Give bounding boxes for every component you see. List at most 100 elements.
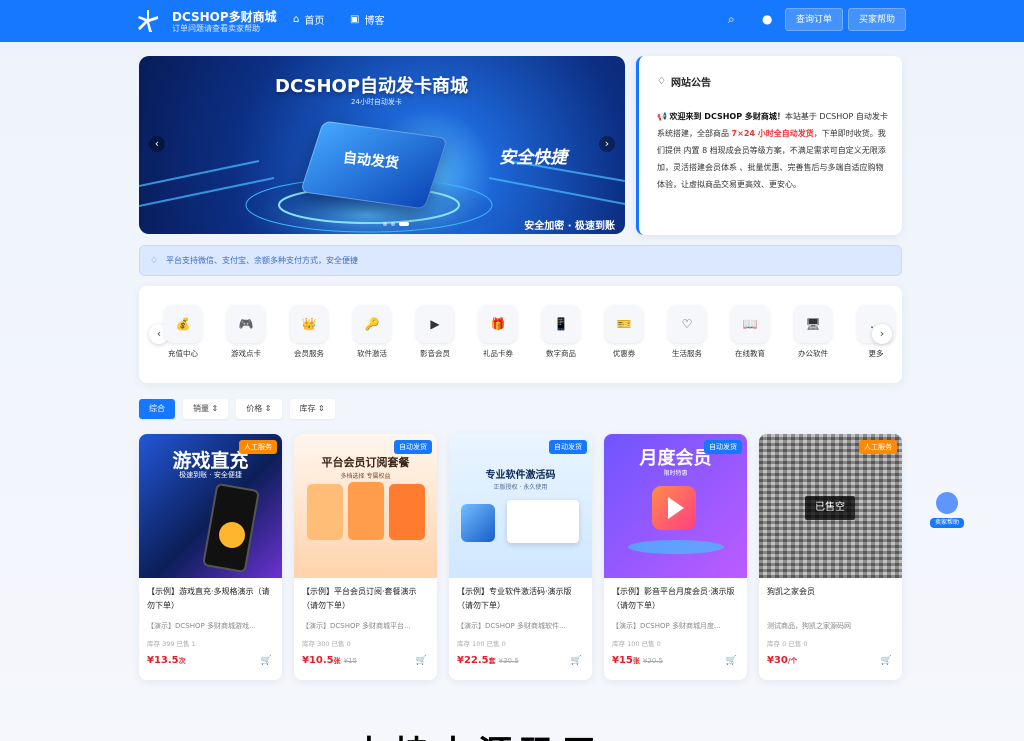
category-label: 数字商品: [546, 349, 576, 358]
category-item-digital[interactable]: 📱 数字商品: [542, 305, 580, 359]
category-item-software[interactable]: 🔑 软件激活: [353, 305, 391, 359]
notice-text: 📢 欢迎来到 DCSHOP 多财商城！本站基于 DCSHOP 自动发卡系统搭建，…: [657, 108, 889, 193]
sort-toolbar: 综合 销量 ⇕ 价格 ⇕ 库存 ⇕: [139, 399, 335, 419]
product-card[interactable]: 专业软件激活码 正版授权 · 永久使用 自动发货 【示例】专业软件激活码·演示版…: [449, 434, 592, 680]
cart-icon[interactable]: 🛒: [571, 656, 582, 666]
logo-icon[interactable]: [136, 8, 160, 34]
product-stock: 库存 300 已售 0: [302, 640, 351, 648]
cart-icon[interactable]: 🛒: [881, 656, 892, 666]
original-price: ¥20.5: [642, 657, 663, 665]
banner-dot-active[interactable]: [399, 222, 409, 226]
nav-blog[interactable]: ▣ 博客: [350, 12, 384, 27]
category-next-button[interactable]: ›: [872, 324, 892, 344]
notice-title: ♢ 网站公告: [657, 74, 711, 89]
nav-blog-label: 博客: [364, 16, 385, 27]
nav-home[interactable]: ⌂ 首页: [293, 12, 324, 27]
banner-title: DCSHOP自动发卡商城: [275, 76, 469, 97]
product-tag: 人工服务: [239, 440, 277, 454]
search-icon[interactable]: ⌕: [728, 12, 735, 27]
floating-help-button[interactable]: 卖家帮助: [930, 492, 964, 532]
buyer-help-button[interactable]: 买家帮助: [848, 8, 907, 31]
ticket-icon: 🎫: [605, 305, 643, 343]
product-image-qr[interactable]: 已售空 人工服务: [759, 434, 902, 578]
product-price: ¥10.5张 ¥15: [302, 655, 357, 666]
price-unit: /个: [787, 657, 798, 665]
sort-comprehensive-button[interactable]: 综合: [139, 399, 175, 419]
product-card[interactable]: 月度会员 限时特惠 自动发货 【示例】影音平台月度会员·演示版（请勿下单） 【演…: [604, 434, 747, 680]
category-item-gift-cards[interactable]: 🎁 礼品卡券: [479, 305, 517, 359]
product-price: ¥22.5套 ¥30.5: [457, 655, 519, 666]
product-tag: 人工服务: [859, 440, 897, 454]
product-description: 【演示】DCSHOP 多财商城平台...: [302, 622, 411, 630]
product-image-game[interactable]: 游戏直充 极速到账 · 安全便捷 人工服务: [139, 434, 282, 578]
sort-sales-button[interactable]: 销量 ⇕: [183, 399, 229, 419]
category-item-office[interactable]: 🖥 办公软件: [794, 305, 832, 359]
product-card[interactable]: 已售空 人工服务 狗凯之家会员 测试商品，狗凯之家源码网 库存 0 已售 0 ¥…: [759, 434, 902, 680]
category-item-life-services[interactable]: ♡ 生活服务: [668, 305, 706, 359]
category-carousel: ‹ 💰 充值中心 🎮 游戏点卡 👑 会员服务 🔑 软件激活 ▶ 影音会员 🎁 礼品卡券 📱 数…: [139, 286, 902, 383]
banner-note: 安全加密 · 极速到账: [524, 221, 615, 232]
cart-icon[interactable]: 🛒: [416, 656, 427, 666]
product-image-subtitle: 限时特惠: [663, 470, 688, 477]
bell-icon: ♢: [150, 256, 159, 266]
banner-pagination: [383, 222, 409, 226]
product-name[interactable]: 【示例】专业软件激活码·演示版（请勿下单）: [457, 585, 585, 613]
category-item-game-cards[interactable]: 🎮 游戏点卡: [227, 305, 265, 359]
product-image-membership[interactable]: 平台会员订阅套餐 多档选择 专属权益 自动发货: [294, 434, 437, 578]
category-item-video[interactable]: ▶ 影音会员: [416, 305, 454, 359]
banner-dot[interactable]: [383, 222, 387, 226]
category-item-recharge[interactable]: 💰 充值中心: [164, 305, 202, 359]
category-label: 礼品卡券: [483, 349, 513, 358]
price-value: ¥13.5: [147, 655, 179, 666]
notice-title-text: 网站公告: [670, 78, 711, 89]
original-price: ¥30.5: [498, 657, 519, 665]
membership-card-graphic: [307, 484, 343, 540]
banner-next-button[interactable]: ›: [599, 136, 615, 152]
product-name[interactable]: 【示例】影音平台月度会员·演示版（请勿下单）: [612, 585, 740, 613]
product-stock: 库存 399 已售 1: [147, 640, 196, 648]
sort-stock-button[interactable]: 库存 ⇕: [289, 399, 335, 419]
product-image-title: 平台会员订阅套餐: [321, 456, 410, 469]
category-item-education[interactable]: 📖 在线教育: [731, 305, 769, 359]
price-value: ¥22.5: [457, 655, 489, 666]
monitor-icon: 🖥: [794, 305, 832, 343]
product-name[interactable]: 【示例】平台会员订阅·套餐演示（请勿下单）: [302, 585, 430, 613]
hero-banner[interactable]: DCSHOP自动发卡商城 24小时自动发卡 自动发货 安全快捷 安全加密 · 极…: [139, 56, 625, 234]
price-value: ¥30: [767, 655, 788, 666]
user-icon[interactable]: ●: [762, 12, 772, 26]
megaphone-icon: 📢: [657, 112, 670, 121]
price-unit: 张: [632, 657, 640, 665]
help-label: 卖家帮助: [930, 518, 964, 528]
product-price: ¥30/个: [767, 655, 797, 666]
payment-notice-text: 平台支持微信、支付宝、余额多种支付方式，安全便捷: [166, 256, 358, 265]
product-image-title: 专业软件激活码: [485, 470, 556, 481]
product-description: 测试商品，狗凯之家源码网: [767, 622, 851, 630]
category-label: 充值中心: [168, 349, 198, 358]
product-image-subtitle: 极速到账 · 安全便捷: [179, 471, 242, 479]
product-name[interactable]: 狗凯之家会员: [767, 585, 895, 599]
product-card[interactable]: 平台会员订阅套餐 多档选择 专属权益 自动发货 【示例】平台会员订阅·套餐演示（…: [294, 434, 437, 680]
category-item-membership[interactable]: 👑 会员服务: [290, 305, 328, 359]
cart-icon[interactable]: 🛒: [726, 656, 737, 666]
banner-dot[interactable]: [391, 222, 395, 226]
order-query-button[interactable]: 查询订单: [785, 8, 844, 31]
product-stock: 库存 100 已售 0: [612, 640, 661, 648]
product-image-subtitle: 正版授权 · 永久使用: [493, 484, 548, 491]
product-grid: 游戏直充 极速到账 · 安全便捷 人工服务 【示例】游戏直充·多规格演示（请勿下…: [139, 434, 902, 680]
category-label: 办公软件: [798, 349, 828, 358]
product-tag: 自动发货: [704, 440, 742, 454]
product-card[interactable]: 游戏直充 极速到账 · 安全便捷 人工服务 【示例】游戏直充·多规格演示（请勿下…: [139, 434, 282, 680]
category-label: 生活服务: [672, 349, 702, 358]
key-icon: 🔑: [353, 305, 391, 343]
notice-welcome: 欢迎来到 DCSHOP 多财商城！: [669, 112, 785, 121]
notice-highlight: 7×24 小时全自动发货: [731, 129, 814, 138]
banner-prev-button[interactable]: ‹: [149, 136, 165, 152]
sort-price-button[interactable]: 价格 ⇕: [236, 399, 282, 419]
price-unit: 张: [333, 657, 341, 665]
heart-icon: ♡: [668, 305, 706, 343]
cart-icon[interactable]: 🛒: [261, 656, 272, 666]
product-image-software[interactable]: 专业软件激活码 正版授权 · 永久使用 自动发货: [449, 434, 592, 578]
product-image-video[interactable]: 月度会员 限时特惠 自动发货: [604, 434, 747, 578]
product-name[interactable]: 【示例】游戏直充·多规格演示（请勿下单）: [147, 585, 275, 613]
category-item-coupons[interactable]: 🎫 优惠券: [605, 305, 643, 359]
